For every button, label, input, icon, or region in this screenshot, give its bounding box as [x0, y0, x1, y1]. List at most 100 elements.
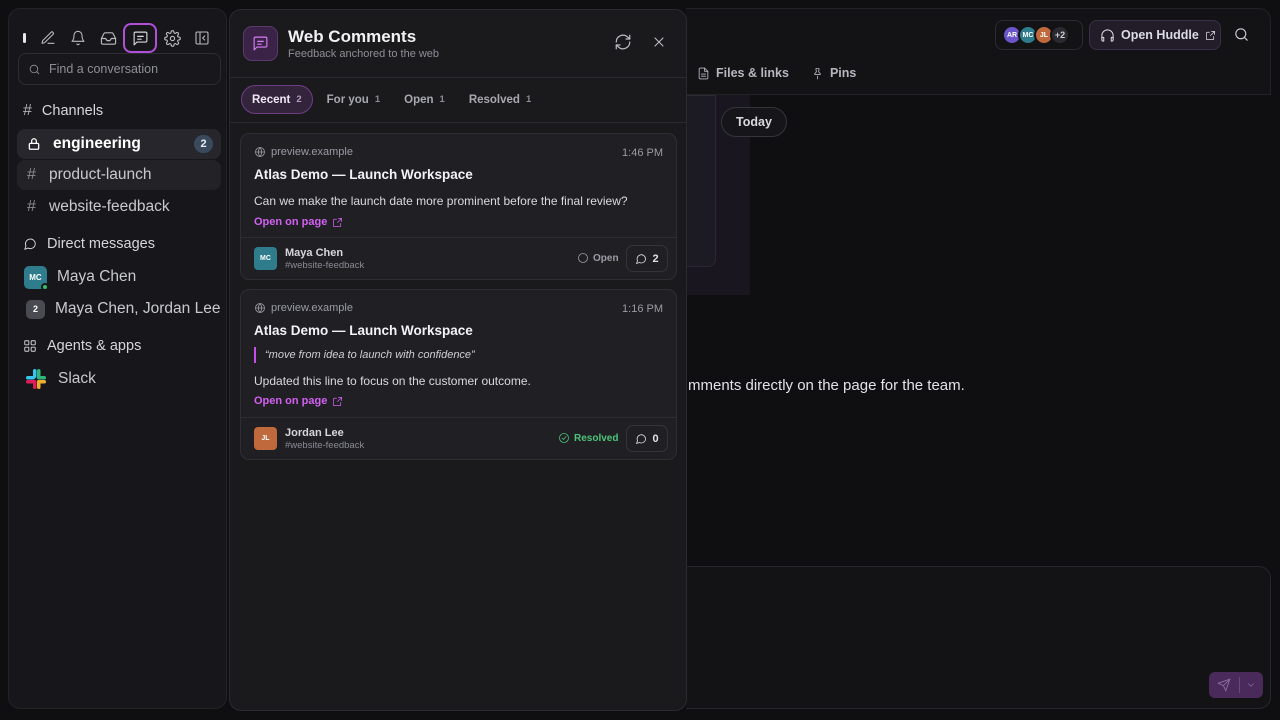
dm-name: Maya Chen, Jordan Lee: [55, 300, 221, 317]
sidebar: Find a conversation # Channels engineeri…: [8, 8, 227, 709]
comment-body: Can we make the launch date more promine…: [254, 194, 628, 208]
conversation-search[interactable]: Find a conversation: [18, 53, 221, 85]
group-count-avatar: 2: [26, 299, 45, 319]
apps-label: Agents & apps: [47, 338, 142, 354]
channels-label: Channels: [41, 103, 104, 119]
channel-name: product-launch: [49, 166, 152, 183]
author-name: Jordan Lee: [285, 427, 344, 439]
search-placeholder: Find a conversation: [49, 62, 159, 76]
chevron-down-icon: [1248, 683, 1254, 687]
comment-host: preview.example: [254, 146, 353, 158]
dm-section-header[interactable]: Direct messages: [23, 236, 155, 252]
author-name: Maya Chen: [285, 247, 344, 259]
globe-icon: [255, 303, 265, 313]
web-comments-icon[interactable]: [123, 23, 157, 53]
sidebar-item-product-launch[interactable]: # product-launch: [17, 160, 221, 190]
hash-icon: #: [27, 198, 36, 215]
message-text: mments directly on the page for the team…: [688, 377, 965, 394]
lock-icon: [28, 138, 40, 150]
comment-footer: MC Maya Chen #website-feedback Open 2: [241, 237, 676, 279]
divider: [230, 77, 686, 78]
tab-pins[interactable]: Pins: [811, 66, 856, 80]
open-huddle-button[interactable]: Open Huddle: [1089, 20, 1221, 50]
sidebar-item-website-feedback[interactable]: # website-feedback: [17, 192, 221, 222]
reply-count-button[interactable]: 0: [626, 425, 668, 452]
external-link-icon: [333, 217, 343, 227]
pin-icon: [814, 67, 821, 79]
message-composer[interactable]: [686, 566, 1271, 709]
open-on-page-link[interactable]: Open on page: [254, 395, 343, 407]
channel-tabs: Files & links Pins: [697, 66, 856, 80]
comment-host: preview.example: [254, 302, 353, 314]
send-button[interactable]: [1209, 672, 1263, 698]
check-circle-icon: [559, 433, 569, 443]
search-icon[interactable]: [1233, 26, 1250, 43]
comment-title: Atlas Demo — Launch Workspace: [254, 323, 473, 338]
tab-open[interactable]: Open 1: [394, 85, 455, 114]
web-comments-panel: Web Comments Feedback anchored to the we…: [229, 9, 687, 711]
refresh-icon[interactable]: [614, 33, 634, 53]
dm-name: Maya Chen: [57, 268, 137, 285]
dm-label: Direct messages: [47, 236, 155, 252]
tab-resolved[interactable]: Resolved 1: [459, 85, 541, 114]
web-comments-icon: [243, 26, 278, 61]
sidebar-item-maya-chen[interactable]: MC Maya Chen: [24, 262, 228, 292]
tab-for-you[interactable]: For you 1: [317, 85, 390, 114]
hash-icon: #: [27, 166, 36, 183]
member-facepile[interactable]: AR MC JL +2: [995, 20, 1083, 50]
collapse-sidebar-icon[interactable]: [187, 23, 217, 53]
sidebar-item-group-dm[interactable]: 2 Maya Chen, Jordan Lee: [24, 294, 234, 324]
more-members-count: +2: [1050, 25, 1070, 45]
comment-title: Atlas Demo — Launch Workspace: [254, 167, 473, 182]
sidebar-item-engineering[interactable]: engineering 2: [17, 129, 221, 159]
online-indicator: [41, 282, 49, 291]
sidebar-item-slack[interactable]: Slack: [24, 364, 228, 394]
chat-bubble-icon: [24, 238, 36, 250]
gear-icon[interactable]: [157, 23, 187, 53]
tab-files-links[interactable]: Files & links: [697, 66, 789, 80]
search-icon: [29, 64, 40, 74]
apps-icon: [24, 340, 36, 352]
message-preview: [686, 95, 716, 267]
reply-icon: [636, 433, 647, 444]
sidebar-toolbar: [19, 23, 217, 53]
panel-title: Web Comments: [288, 27, 417, 46]
huddle-label: Open Huddle: [1121, 28, 1199, 42]
tab-recent[interactable]: Recent 2: [241, 85, 313, 114]
workspace-logo[interactable]: [19, 33, 29, 43]
slack-logo-icon: [26, 369, 46, 389]
avatar: MC: [254, 247, 277, 270]
divider: [230, 122, 686, 123]
open-circle-icon: [578, 253, 588, 263]
close-icon[interactable]: [651, 34, 671, 54]
author-channel: #website-feedback: [285, 440, 365, 451]
apps-section-header[interactable]: Agents & apps: [23, 338, 141, 354]
channels-section-header[interactable]: # Channels: [23, 102, 103, 120]
comment-card[interactable]: preview.example 1:16 PM Atlas Demo — Lau…: [240, 289, 677, 460]
unread-badge: 2: [194, 135, 213, 153]
external-link-icon: [333, 396, 343, 406]
comment-footer: JL Jordan Lee #website-feedback Resolved…: [241, 417, 676, 459]
inbox-icon[interactable]: [93, 23, 123, 53]
avatar: JL: [254, 427, 277, 450]
date-divider: Today: [721, 107, 787, 137]
globe-icon: [255, 147, 265, 157]
bell-icon[interactable]: [63, 23, 93, 53]
reply-icon: [636, 253, 647, 264]
headphones-icon: [1101, 28, 1114, 42]
send-icon: [1217, 678, 1231, 692]
avatar: MC: [24, 265, 49, 291]
external-link-icon: [1205, 30, 1215, 40]
channel-name: website-feedback: [49, 198, 170, 215]
hash-icon: #: [23, 102, 32, 119]
status-badge: Resolved: [558, 432, 618, 444]
file-icon: [698, 67, 709, 79]
comment-card[interactable]: preview.example 1:46 PM Atlas Demo — Lau…: [240, 133, 677, 280]
anchored-quote: “move from idea to launch with confidenc…: [254, 347, 475, 363]
compose-icon[interactable]: [33, 23, 63, 53]
channel-name: engineering: [53, 135, 141, 152]
author-channel: #website-feedback: [285, 260, 365, 271]
reply-count-button[interactable]: 2: [626, 245, 668, 272]
open-on-page-link[interactable]: Open on page: [254, 216, 343, 228]
comment-time: 1:16 PM: [622, 303, 663, 315]
